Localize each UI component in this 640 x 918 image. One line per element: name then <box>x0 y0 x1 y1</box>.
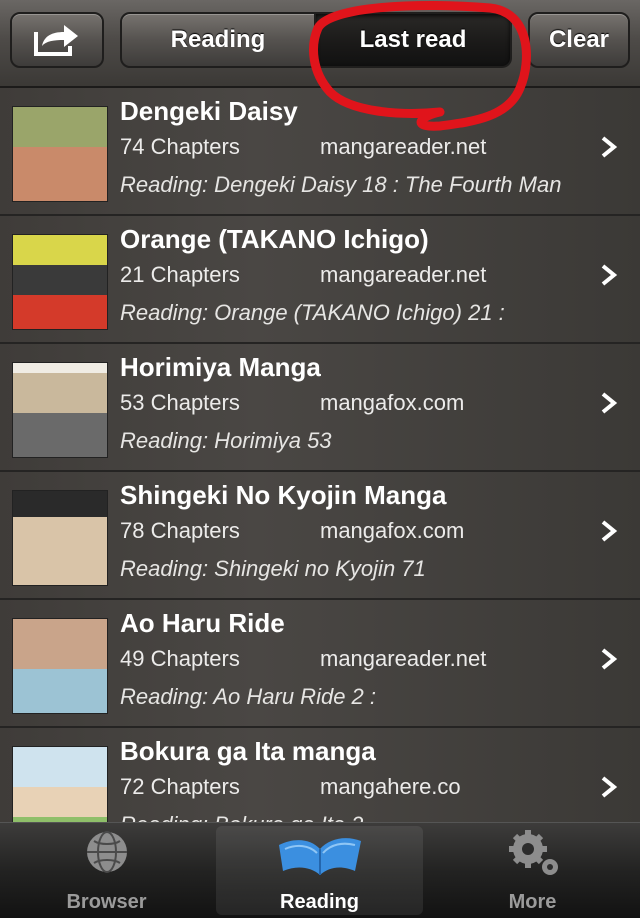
manga-cover <box>12 362 108 458</box>
chevron-right-icon <box>601 776 618 798</box>
source-site: mangareader.net <box>320 646 487 671</box>
top-toolbar: Reading Last read Clear <box>0 0 640 88</box>
clear-button[interactable]: Clear <box>528 12 630 68</box>
share-export-icon <box>34 25 78 56</box>
tab-label: More <box>508 891 557 913</box>
chapter-count: 21 Chapters <box>120 262 240 287</box>
source-site: mangareader.net <box>320 262 487 287</box>
list-item[interactable]: Shingeki No Kyojin Manga 78 Chapters man… <box>0 472 640 600</box>
segment-reading[interactable]: Reading <box>120 12 316 68</box>
manga-title: Orange (TAKANO Ichigo) <box>120 224 429 254</box>
manga-list[interactable]: Dengeki Daisy 74 Chapters mangareader.ne… <box>0 88 640 822</box>
tab-label: Browser <box>66 891 147 913</box>
chapter-count: 78 Chapters <box>120 518 240 543</box>
source-site: mangafox.com <box>320 518 465 543</box>
list-item[interactable]: Dengeki Daisy 74 Chapters mangareader.ne… <box>0 88 640 216</box>
segmented-control: Reading Last read <box>120 12 512 68</box>
manga-title: Ao Haru Ride <box>120 608 285 638</box>
manga-title: Horimiya Manga <box>120 352 321 382</box>
tab-label: Reading <box>280 891 359 913</box>
tab-reading[interactable]: Reading <box>213 823 426 918</box>
manga-cover <box>12 618 108 714</box>
manga-title: Shingeki No Kyojin Manga <box>120 480 447 510</box>
open-book-icon <box>279 838 361 875</box>
reading-progress: Reading: Shingeki no Kyojin 71 <box>120 556 426 581</box>
chapter-count: 53 Chapters <box>120 390 240 415</box>
reading-progress: Reading: Horimiya 53 <box>120 428 332 453</box>
manga-cover <box>12 746 108 822</box>
chevron-right-icon <box>601 392 618 414</box>
chapter-count: 49 Chapters <box>120 646 240 671</box>
list-item[interactable]: Orange (TAKANO Ichigo) 21 Chapters manga… <box>0 216 640 344</box>
globe-icon <box>87 831 127 873</box>
chevron-right-icon <box>601 520 618 542</box>
gears-icon <box>509 830 558 875</box>
chevron-right-icon <box>601 648 618 670</box>
manga-cover <box>12 234 108 330</box>
chevron-right-icon <box>601 264 618 286</box>
reading-progress: Reading: Bokura ga Ita 2 <box>120 812 630 822</box>
tab-more[interactable]: More <box>426 823 639 918</box>
list-item[interactable]: Bokura ga Ita manga 72 Chapters mangaher… <box>0 728 640 822</box>
chapter-count: 74 Chapters <box>120 134 240 159</box>
share-button[interactable] <box>10 12 104 68</box>
manga-cover <box>12 106 108 202</box>
source-site: mangareader.net <box>320 134 487 159</box>
list-item[interactable]: Ao Haru Ride 49 Chapters mangareader.net… <box>0 600 640 728</box>
reading-progress: Reading: Ao Haru Ride 2 : <box>120 684 376 709</box>
reading-progress: Reading: Dengeki Daisy 18 : The Fourth M… <box>120 172 562 197</box>
chapter-count: 72 Chapters <box>120 774 240 799</box>
source-site: mangahere.co <box>320 774 461 799</box>
manga-title: Dengeki Daisy <box>120 96 298 126</box>
manga-cover <box>12 490 108 586</box>
tab-bar: Browser Reading More <box>0 822 640 918</box>
source-site: mangafox.com <box>320 390 465 415</box>
segment-last-read[interactable]: Last read <box>314 12 512 68</box>
reading-progress: Reading: Orange (TAKANO Ichigo) 21 : <box>120 300 505 325</box>
tab-browser[interactable]: Browser <box>0 823 213 918</box>
list-item[interactable]: Horimiya Manga 53 Chapters mangafox.com … <box>0 344 640 472</box>
manga-title: Bokura ga Ita manga <box>120 736 376 766</box>
chevron-right-icon <box>601 136 618 158</box>
